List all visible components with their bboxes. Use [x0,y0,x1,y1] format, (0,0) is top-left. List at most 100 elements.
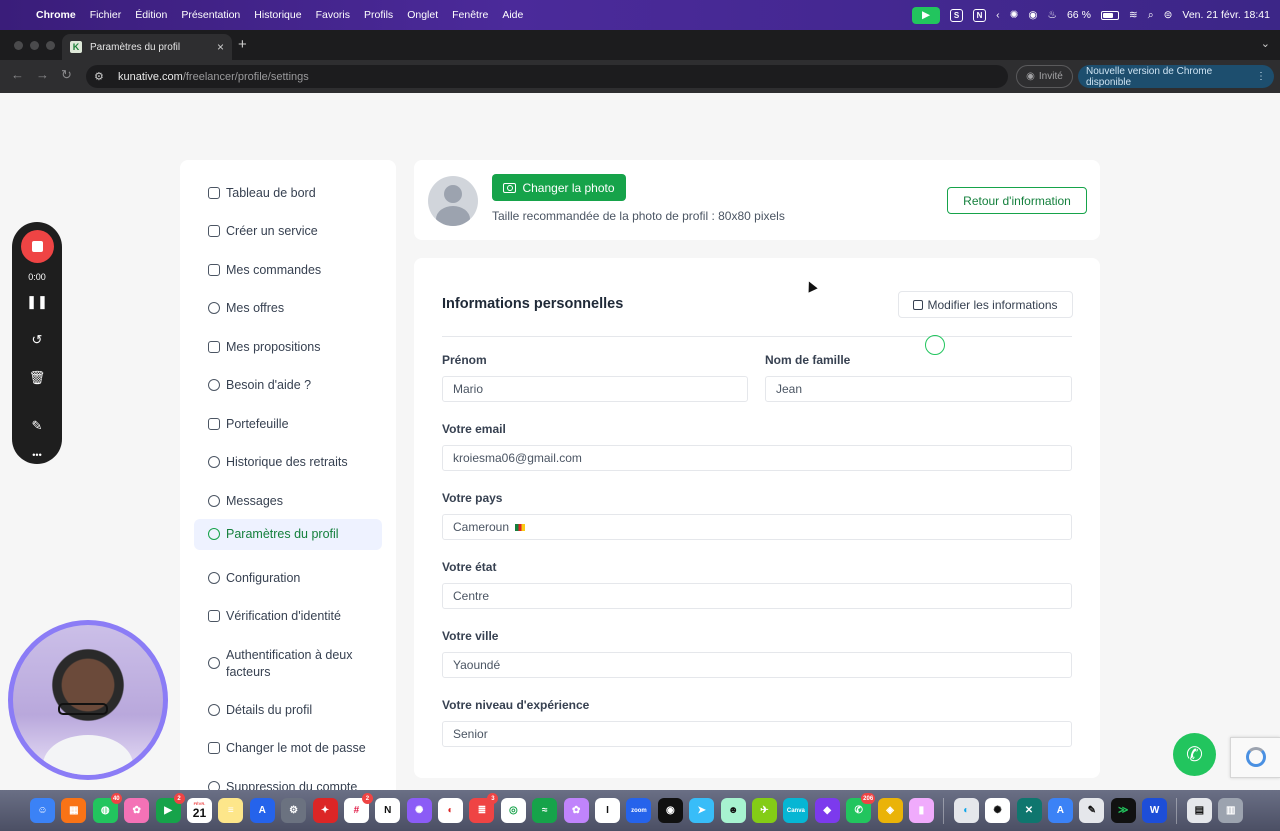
spotlight-search-icon[interactable]: ⌕ [1148,9,1154,22]
sidebar-item-profile-settings[interactable]: Paramètres du profil [194,519,382,550]
sidebar-item-dashboard[interactable]: Tableau de bord [194,179,382,208]
menu-favoris[interactable]: Favoris [316,9,350,21]
keka-icon[interactable]: ◈ [877,798,903,823]
downloads-folder-icon[interactable]: ▤ [1186,798,1212,823]
sidebar-item-configuration[interactable]: Configuration [194,564,382,593]
photos-icon[interactable]: ✿ [124,798,150,823]
word-icon[interactable]: W [1142,798,1168,823]
state-field[interactable]: Centre [442,583,1072,609]
sidebar-item-two-factor-auth[interactable]: Authentification à deux facteurs [194,641,382,687]
menu-profils[interactable]: Profils [364,9,393,21]
browser-tab-active[interactable]: K Paramètres du profil × [62,34,232,60]
sidebar-item-delete-account[interactable]: Suppression du compte [194,773,382,790]
menu-historique[interactable]: Historique [254,9,301,21]
tab-search-chevron-icon[interactable]: ⌄ [1261,37,1270,50]
webcam-bubble[interactable] [8,620,168,780]
site-settings-icon[interactable]: ⚙ [94,70,108,83]
new-tab-icon[interactable]: + [238,36,247,53]
zoom-icon[interactable]: zoom [626,798,652,823]
experience-field[interactable]: Senior [442,721,1072,747]
menu-fenetre[interactable]: Fenêtre [452,9,488,21]
minimize-window-icon[interactable] [30,41,39,50]
chrome-icon[interactable]: ◎ [500,798,526,823]
sidebar-item-offers[interactable]: Mes offres [194,294,382,323]
bear-app-icon[interactable]: ✦ [312,798,338,823]
tab-close-icon[interactable]: × [217,40,224,54]
telegram-icon[interactable]: ➤ [689,798,715,823]
sidebar-item-wallet[interactable]: Portefeuille [194,410,382,439]
stop-recording-button[interactable] [21,230,54,263]
whatsapp-chat-icon[interactable]: ✆ [1173,733,1216,776]
calendar-icon[interactable]: FÉVR. 21 [186,798,212,823]
cursor-app-icon[interactable]: ✕ [1016,798,1042,823]
obsidian-icon[interactable]: ◆ [814,798,840,823]
feedback-button[interactable]: Retour d'information [947,187,1087,214]
brightness-icon[interactable]: ✺ [1010,9,1019,21]
todoist-icon[interactable]: ≣ 3 [469,793,499,823]
chrome-update-button[interactable]: Nouvelle version de Chrome disponible ⋮ [1078,65,1274,88]
skype-icon[interactable]: S [950,8,964,22]
instapaper-icon[interactable]: I [595,798,621,823]
pocketcasts-icon[interactable]: ◐ [438,798,464,823]
sidebar-item-create-service[interactable]: Créer un service [194,217,382,246]
sidebar-item-identity-verification[interactable]: Vérification d'identité [194,602,382,631]
last-name-field[interactable]: Jean [765,376,1072,402]
spotify-icon[interactable]: ≈ [532,798,558,823]
perplexity-icon[interactable]: ✺ [406,798,432,823]
pencil-icon[interactable]: ✎ [12,418,62,434]
sidebar-item-messages[interactable]: Messages [194,487,382,516]
restart-icon[interactable]: ↺ [12,332,62,348]
canva-icon[interactable]: Canva [783,798,809,823]
battery-icon[interactable] [1100,10,1119,20]
zoom-window-icon[interactable] [46,41,55,50]
finder-icon[interactable]: ☺ [30,798,55,823]
menu-edition[interactable]: Édition [135,9,167,21]
facetime-icon[interactable]: ▶ 2 [155,793,185,823]
notes-icon[interactable]: ≡ [218,798,244,823]
edit-info-button[interactable]: Modifier les informations [898,291,1073,318]
chevron-left-icon[interactable]: ‹ [996,9,1000,21]
app-store-icon[interactable]: A [249,798,275,823]
reload-icon[interactable]: ↻ [61,67,72,83]
pixelmator-icon[interactable]: ✿ [563,798,589,823]
messages-icon[interactable]: ◍ 40 [92,793,122,823]
trash-can-icon[interactable]: ▥ [1218,798,1244,823]
sidebar-item-help[interactable]: Besoin d'aide ? [194,371,382,400]
terminal-icon[interactable]: ≫ [1110,798,1136,823]
wifi-icon[interactable]: ≋ [1129,9,1138,21]
trash-icon[interactable]: 🗑 [12,370,62,386]
video-camera-icon[interactable]: ▶ [912,6,941,24]
sidebar-item-withdrawal-history[interactable]: Historique des retraits [194,448,382,477]
more-vert-icon[interactable]: ⋮ [1256,71,1266,82]
flame-icon[interactable]: ♨ [1048,9,1057,21]
menu-clock[interactable]: Ven. 21 févr. 18:41 [1182,9,1270,21]
close-window-icon[interactable] [14,41,23,50]
launchpad-icon[interactable]: ▦ [61,798,87,823]
shortcuts-icon[interactable]: ▮ [908,798,934,823]
notion-status-icon[interactable]: N [973,8,987,22]
play-circle-icon[interactable]: ◉ [1028,9,1037,21]
control-center-icon[interactable]: ⊜ [1164,9,1173,21]
sidebar-item-orders[interactable]: Mes commandes [194,256,382,285]
address-bar[interactable]: ⚙ kunative.com /freelancer/profile/setti… [86,65,1008,88]
menu-aide[interactable]: Aide [502,9,523,21]
sidebar-item-change-password[interactable]: Changer le mot de passe [194,734,382,763]
change-photo-button[interactable]: Changer la photo [492,174,626,201]
forward-arrow-icon[interactable]: → [36,67,49,82]
first-name-field[interactable]: Mario [442,376,748,402]
email-field[interactable]: kroiesma06@gmail.com [442,445,1072,471]
whatsapp-dock-icon[interactable]: ✆ 206 [846,793,876,823]
menu-presentation[interactable]: Présentation [181,9,240,21]
recaptcha-badge[interactable] [1230,737,1280,778]
back-arrow-icon[interactable]: ← [11,67,24,82]
slack-icon[interactable]: #2 [343,793,373,823]
obs-icon[interactable]: ◉ [657,798,683,823]
memoji-app-icon[interactable]: ☻ [720,798,746,823]
more-dots-icon[interactable]: ••• [12,450,62,460]
city-field[interactable]: Yaoundé [442,652,1072,678]
sidebar-item-proposals[interactable]: Mes propositions [194,333,382,362]
xcode-icon[interactable]: A [1047,798,1073,823]
menu-app-name[interactable]: Chrome [36,9,76,21]
notion-icon[interactable]: N [375,798,401,823]
rocket-typist-icon[interactable]: ✈ [751,798,777,823]
